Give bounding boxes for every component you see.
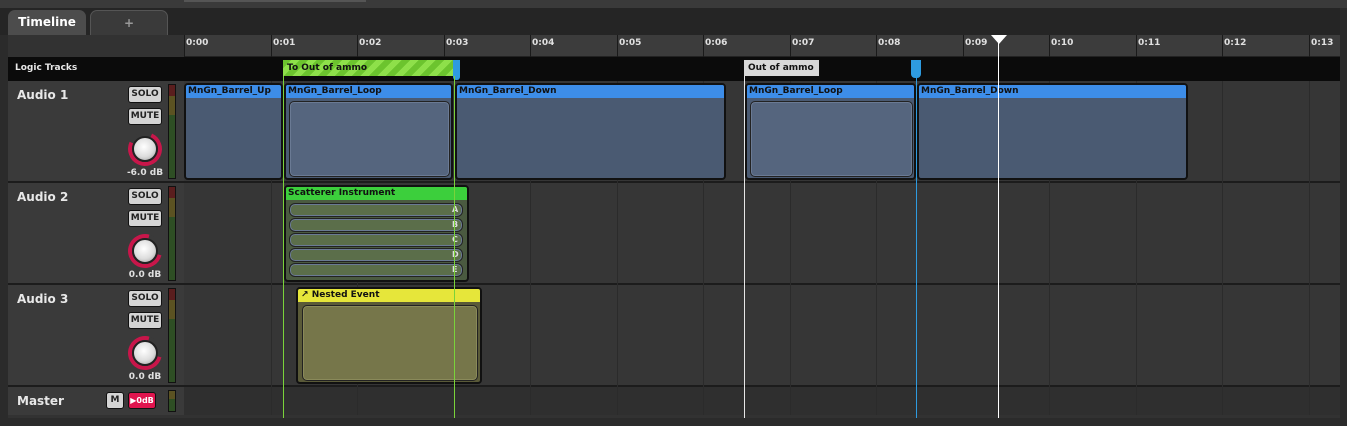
track-name: Audio 1	[17, 88, 69, 102]
audio-clip[interactable]: MnGn_Barrel_Loop	[284, 83, 453, 180]
master-level-readout: 0dB	[136, 396, 154, 405]
time-ruler[interactable]: 0:00 0:01 0:02 0:03 0:04 0:05 0:06 0:07 …	[184, 35, 1340, 57]
audio-clip[interactable]: MnGn_Barrel_Down	[455, 83, 726, 180]
ruler-label: 0:01	[273, 38, 296, 48]
playlist-slot[interactable]	[289, 203, 463, 217]
tab-bar	[0, 8, 1340, 35]
ruler-tick	[617, 35, 618, 57]
timeline-editor: Timeline + 0:00 0:01 0:02 0:03 0:04 0:05…	[0, 0, 1347, 426]
volume-readout: 0.0 dB	[128, 270, 162, 280]
ruler-tick	[530, 35, 531, 57]
audio-clip[interactable]: MnGn_Barrel_Loop	[745, 83, 916, 180]
solo-button[interactable]: SOLO	[128, 86, 162, 103]
level-meter	[168, 84, 176, 179]
audio-clip[interactable]: MnGn_Barrel_Down	[917, 83, 1188, 180]
ruler-tick	[271, 35, 272, 57]
ruler-tick	[1136, 35, 1137, 57]
ruler-label: 0:06	[705, 38, 728, 48]
ruler-label: 0:04	[532, 38, 555, 48]
marker-line	[744, 76, 745, 418]
slot-label: B	[452, 220, 459, 229]
horizontal-scrollbar[interactable]	[184, 0, 366, 2]
volume-knob[interactable]	[132, 340, 158, 366]
level-meter	[168, 186, 176, 281]
mute-button[interactable]: MUTE	[128, 210, 162, 227]
arrow-icon: ↗	[301, 290, 309, 300]
loop-waveform-area	[289, 101, 450, 177]
ruler-label: 0:13	[1311, 38, 1334, 48]
ruler-label: 0:00	[186, 38, 209, 48]
volume-readout: -6.0 dB	[126, 168, 164, 178]
tab-timeline[interactable]: Timeline	[8, 10, 86, 35]
level-meter	[168, 288, 176, 383]
ruler-tick	[1049, 35, 1050, 57]
clip-name: MnGn_Barrel_Up	[186, 85, 281, 98]
solo-button[interactable]: SOLO	[128, 290, 162, 307]
master-mute-button[interactable]: M	[106, 392, 124, 409]
ruler-tick	[790, 35, 791, 57]
track-lane-master[interactable]	[184, 387, 1340, 415]
clip-name: MnGn_Barrel_Down	[457, 85, 724, 98]
nested-event-header: ↗ Nested Event	[298, 289, 480, 302]
slot-label: A	[452, 205, 459, 214]
playhead-handle-icon[interactable]	[991, 35, 1007, 44]
destination-marker[interactable]: Out of ammo	[744, 60, 819, 76]
ruler-tick	[1222, 35, 1223, 57]
solo-button[interactable]: SOLO	[128, 188, 162, 205]
scatterer-instrument[interactable]: Scatterer Instrument A B C D E	[284, 185, 469, 282]
volume-knob[interactable]	[132, 136, 158, 162]
ruler-label: 0:07	[792, 38, 815, 48]
audio-clip[interactable]: MnGn_Barrel_Up	[184, 83, 283, 180]
transition-end-line	[454, 76, 455, 418]
slot-label: D	[452, 250, 459, 259]
transition-region[interactable]: To Out of ammo	[283, 60, 454, 76]
add-tab-button[interactable]: +	[90, 10, 168, 35]
ruler-label: 0:12	[1224, 38, 1247, 48]
playlist-slot[interactable]	[289, 263, 463, 277]
loop-line	[916, 76, 917, 418]
ruler-tick	[963, 35, 964, 57]
volume-knob[interactable]	[132, 238, 158, 264]
ruler-label: 0:11	[1138, 38, 1161, 48]
master-level-slider[interactable]: ▶0dB	[128, 392, 156, 409]
playlist-slot[interactable]	[289, 248, 463, 262]
bottom-bar	[0, 418, 1347, 426]
ruler-label: 0:03	[446, 38, 469, 48]
ruler-label: 0:05	[619, 38, 642, 48]
clip-name: MnGn_Barrel_Loop	[286, 85, 451, 98]
mute-button[interactable]: MUTE	[128, 312, 162, 329]
ruler-tick	[357, 35, 358, 57]
playlist-slot[interactable]	[289, 218, 463, 232]
ruler-tick	[184, 35, 185, 57]
ruler-label: 0:02	[359, 38, 382, 48]
track-name: Master	[17, 394, 64, 408]
transition-start-line	[283, 76, 284, 418]
logic-track-row	[8, 57, 1340, 81]
volume-readout: 0.0 dB	[128, 372, 162, 382]
instrument-name: Scatterer Instrument	[286, 187, 467, 200]
ruler-tick	[703, 35, 704, 57]
ruler-tick	[1309, 35, 1310, 57]
playhead-line[interactable]	[998, 41, 999, 418]
ruler-tick	[876, 35, 877, 57]
transition-prefix: To	[287, 63, 299, 73]
master-level-meter	[168, 390, 176, 412]
logic-tracks-label: Logic Tracks	[15, 63, 78, 73]
loop-waveform-area	[750, 101, 913, 177]
ruler-tick	[444, 35, 445, 57]
ruler-label: 0:10	[1051, 38, 1074, 48]
clip-name: MnGn_Barrel_Down	[919, 85, 1186, 98]
transition-label: Out of ammo	[301, 63, 368, 73]
track-name: Audio 3	[17, 292, 69, 306]
ruler-label: 0:08	[878, 38, 901, 48]
nested-event-content	[302, 305, 478, 381]
playlist-slot[interactable]	[289, 233, 463, 247]
clip-name: MnGn_Barrel_Loop	[747, 85, 914, 98]
mute-button[interactable]: MUTE	[128, 108, 162, 125]
ruler-label: 0:09	[965, 38, 988, 48]
nested-event-name: Nested Event	[311, 290, 380, 300]
track-name: Audio 2	[17, 190, 69, 204]
